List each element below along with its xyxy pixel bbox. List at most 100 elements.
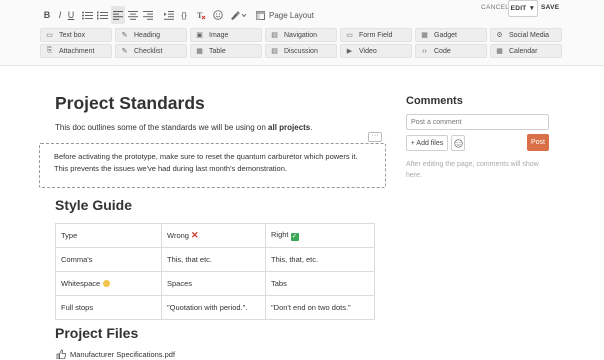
block-label: Heading [134, 31, 161, 39]
comment-input[interactable] [406, 114, 549, 130]
table-cell[interactable]: Full stops [55, 295, 162, 320]
blocks-row-1: ▭ Text box ✎ Heading ▣ Image ▤ Navigation ▭ Form … [40, 28, 566, 42]
numbered-list-icon[interactable] [95, 6, 109, 24]
block-calendar-button[interactable]: ▦ Calendar [490, 44, 562, 58]
table-cell[interactable]: Wrong ✕ [161, 223, 266, 248]
block-label: Social Media [509, 31, 550, 39]
block-label: Code [434, 47, 451, 55]
block-discussion-button[interactable]: ▤ Discussion [265, 44, 337, 58]
block-video-button[interactable]: ▶ Video [340, 44, 412, 58]
block-table-button[interactable]: ▦ Table [190, 44, 262, 58]
checklist-icon: ✎ [121, 48, 128, 55]
block-label: Image [209, 31, 229, 39]
post-button[interactable]: Post [527, 134, 549, 151]
cross-mark-icon: ✕ [190, 230, 199, 240]
navigation-icon: ▤ [271, 32, 278, 39]
block-label: Checklist [134, 47, 163, 55]
block-code-button[interactable]: ‹› Code [415, 44, 487, 58]
block-label: Gadget [434, 31, 457, 39]
callout-line-1: Before activating the prototype, make su… [54, 152, 358, 161]
page-layout-button[interactable]: Page Layout [256, 6, 314, 24]
block-label: Text box [59, 31, 86, 39]
file-attachment[interactable]: Manufacturer Specifications.pdf [56, 349, 175, 359]
callout-line-2: This prevents the issues we've had durin… [54, 164, 287, 173]
highlight-icon[interactable] [229, 6, 249, 24]
project-files-heading: Project Files [55, 325, 139, 341]
comments-note: After editing the page, comments will sh… [406, 161, 539, 179]
bold-button[interactable]: B [42, 6, 52, 24]
align-right-icon[interactable] [141, 6, 155, 24]
smiley-icon [103, 280, 111, 287]
align-center-icon[interactable] [126, 6, 140, 24]
video-icon: ▶ [346, 48, 353, 55]
indent-icon[interactable] [162, 6, 176, 24]
table-row: Comma's This, that etc. This, that, etc. [55, 247, 375, 272]
table-cell[interactable]: This, that, etc. [265, 247, 375, 272]
bulleted-list-icon[interactable] [80, 6, 94, 24]
emoji-icon [453, 138, 463, 148]
form-field-icon: ▭ [346, 32, 353, 39]
editor-toolbar: B I U {} T Page Layout CANCEL EDIT ▼ SAV… [0, 0, 604, 66]
cancel-button[interactable]: CANCEL [481, 4, 509, 11]
table-cell[interactable]: This, that etc. [161, 247, 266, 272]
callout-menu-button[interactable]: ··· [368, 132, 382, 142]
code-braces-icon[interactable]: {} [177, 6, 191, 24]
table-cell[interactable]: Whitespace [55, 271, 162, 296]
block-label: Navigation [284, 31, 318, 39]
right-header-label: Right [271, 230, 289, 239]
intro-prefix: This doc outlines some of the standards … [55, 123, 269, 132]
callout-box[interactable]: Before activating the prototype, make su… [39, 143, 386, 188]
intro-text: This doc outlines some of the standards … [55, 123, 313, 132]
block-text-box-button[interactable]: ▭ Text box [40, 28, 112, 42]
discussion-icon: ▤ [271, 48, 278, 55]
block-heading-button[interactable]: ✎ Heading [115, 28, 187, 42]
style-guide-table: Type Wrong ✕ Right ✓ Comma's This, that et… [55, 223, 375, 320]
table-cell[interactable]: Tabs [265, 271, 375, 296]
thumbs-up-icon [56, 349, 66, 359]
table-cell[interactable]: "Quotation with period.". [161, 295, 266, 320]
table-cell[interactable]: "Don't end on two dots." [265, 295, 375, 320]
gadget-icon: ▦ [421, 32, 428, 39]
save-button[interactable]: SAVE [541, 4, 559, 11]
block-form-field-button[interactable]: ▭ Form Field [340, 28, 412, 42]
block-label: Discussion [284, 47, 318, 55]
underline-button[interactable]: U [66, 6, 76, 24]
heading-icon: ✎ [121, 32, 128, 39]
comment-emoji-button[interactable] [451, 135, 465, 151]
table-icon: ▦ [196, 48, 203, 55]
block-image-button[interactable]: ▣ Image [190, 28, 262, 42]
page-layout-label: Page Layout [269, 10, 314, 20]
emoji-icon[interactable] [211, 6, 225, 24]
attachment-icon: ⎘ [46, 47, 53, 54]
image-icon: ▣ [196, 32, 203, 39]
social-media-icon: ⚙ [496, 32, 503, 39]
style-guide-heading: Style Guide [55, 197, 133, 213]
block-label: Attachment [59, 47, 95, 55]
table-row: Whitespace Spaces Tabs [55, 271, 375, 296]
intro-bold: all projects [268, 123, 311, 132]
intro-suffix: . [310, 123, 313, 132]
add-files-button[interactable]: + Add files [406, 135, 448, 151]
italic-button[interactable]: I [55, 6, 65, 24]
code-icon: ‹› [422, 47, 427, 55]
block-gadget-button[interactable]: ▦ Gadget [415, 28, 487, 42]
block-label: Form Field [359, 31, 393, 39]
table-cell[interactable]: Right ✓ [265, 223, 375, 248]
block-navigation-button[interactable]: ▤ Navigation [265, 28, 337, 42]
edit-dropdown-button[interactable]: EDIT ▼ [508, 0, 538, 17]
page-layout-icon [256, 10, 265, 20]
block-attachment-button[interactable]: ⎘ Attachment [40, 44, 112, 58]
table-cell[interactable]: Spaces [161, 271, 266, 296]
page-title: Project Standards [55, 93, 205, 113]
table-cell[interactable]: Type [55, 223, 162, 248]
comments-title: Comments [406, 95, 463, 107]
text-box-icon: ▭ [46, 32, 53, 39]
check-mark-icon: ✓ [290, 233, 299, 241]
clear-formatting-icon[interactable]: T [194, 6, 208, 24]
file-name: Manufacturer Specifications.pdf [70, 349, 176, 359]
block-checklist-button[interactable]: ✎ Checklist [115, 44, 187, 58]
block-social-media-button[interactable]: ⚙ Social Media [490, 28, 562, 42]
table-row: Full stops "Quotation with period.". "Do… [55, 295, 375, 320]
table-cell[interactable]: Comma's [55, 247, 162, 272]
align-left-icon[interactable] [111, 6, 125, 24]
